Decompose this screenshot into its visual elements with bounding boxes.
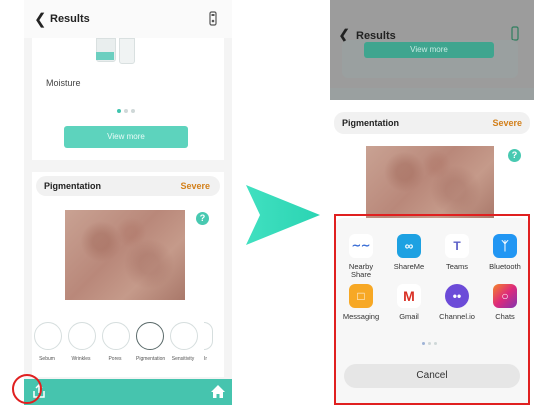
carousel-dots (117, 109, 135, 113)
skin-image (366, 146, 494, 220)
moisture-label: Moisture (46, 78, 81, 88)
category-tabs: Sebum Wrinkles Pores Pigmentation Sensit… (32, 322, 224, 372)
wrinkles-icon (68, 322, 96, 350)
pigmentation-label: Pigmentation (342, 118, 400, 128)
severity-badge: Severe (492, 118, 522, 128)
sensitivity-icon (170, 322, 198, 350)
pigmentation-header: Pigmentation Severe (36, 176, 220, 196)
tab-label: Pores (108, 356, 122, 362)
moisture-card: Moisture View more (32, 38, 224, 160)
tab-pigmentation[interactable]: Pigmentation (136, 322, 166, 362)
tab-label: Sebum (39, 356, 55, 362)
tab-ir[interactable]: Ir (204, 322, 224, 362)
carousel-dot-active (117, 109, 121, 113)
tab-label: Wrinkles (71, 356, 91, 362)
share-sheet-highlight (334, 214, 530, 405)
ir-icon (204, 322, 213, 350)
pores-icon (102, 322, 130, 350)
tab-sensitivity[interactable]: Sensitivity (170, 322, 198, 362)
tab-label: Ir (204, 356, 208, 362)
tab-pores[interactable]: Pores (102, 322, 130, 362)
bottom-bar (24, 379, 232, 405)
tab-label: Pigmentation (136, 356, 166, 362)
page-title: Results (50, 13, 90, 25)
product-image-2 (119, 38, 135, 64)
pigmentation-label: Pigmentation (44, 181, 102, 191)
home-icon[interactable] (210, 384, 226, 399)
product-cap (96, 52, 114, 60)
tab-sebum[interactable]: Sebum (34, 322, 62, 362)
back-chevron-icon[interactable]: ❮ (34, 10, 47, 28)
pigmentation-card: Pigmentation Severe ? (330, 100, 534, 220)
transition-arrow-icon (246, 185, 320, 245)
view-more-button[interactable]: View more (64, 126, 188, 148)
sebum-icon (34, 322, 62, 350)
help-icon[interactable]: ? (508, 149, 521, 162)
tab-label: Sensitivity (171, 356, 195, 362)
pigmentation-card: Pigmentation Severe ? Sebum Wrinkles Por… (32, 172, 224, 377)
device-icon[interactable] (208, 11, 218, 26)
pigmentation-header: Pigmentation Severe (334, 112, 530, 134)
share-highlight-circle (12, 374, 42, 404)
severity-badge: Severe (180, 181, 210, 191)
view-more-button[interactable]: View more (364, 42, 494, 58)
skin-image (65, 210, 185, 300)
top-bar: ❮ Results (24, 0, 232, 38)
results-screen-share-sheet: ❮ Results View more Pigmentation Severe … (330, 0, 534, 405)
card-bg-2 (330, 88, 534, 100)
device-icon[interactable] (510, 26, 520, 41)
carousel-dot (124, 109, 128, 113)
pigmentation-icon (136, 322, 164, 350)
tab-wrinkles[interactable]: Wrinkles (68, 322, 96, 362)
top-area: ❮ Results View more (330, 0, 534, 100)
help-icon[interactable]: ? (196, 212, 209, 225)
carousel-dot (131, 109, 135, 113)
results-screen-before: ❮ Results Moisture View more Pigmentatio… (24, 0, 232, 405)
